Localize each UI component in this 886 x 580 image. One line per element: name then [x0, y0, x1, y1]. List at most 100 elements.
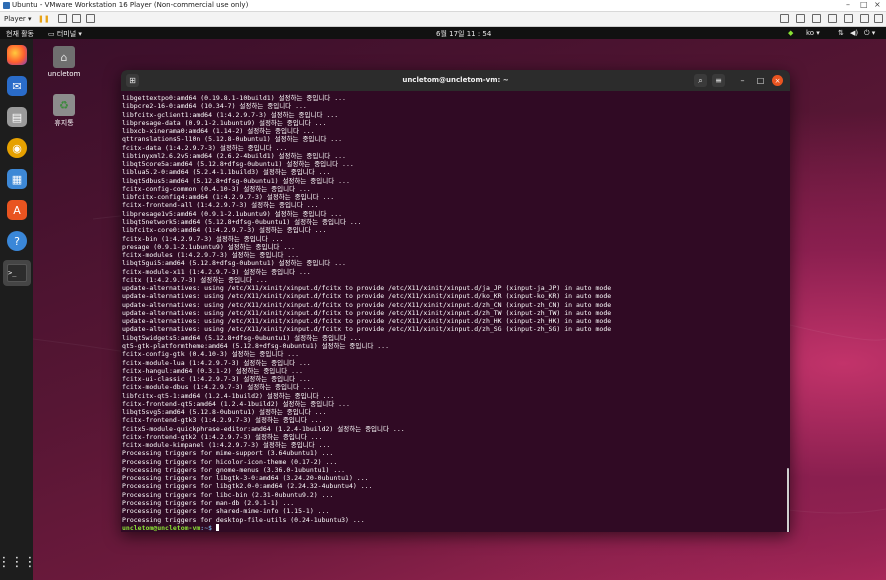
- terminal-line: fcitx-config-gtk (0.4.10-3) 설정하는 중입니다 ..…: [122, 350, 299, 359]
- software-center-icon[interactable]: A: [7, 200, 27, 220]
- terminal-output[interactable]: libgettextpo0:amd64 (0.19.8.1-10build1) …: [121, 91, 790, 532]
- terminal-line: update-alternatives: using /etc/X11/xini…: [122, 317, 612, 326]
- network-icon[interactable]: ⇅: [838, 29, 844, 37]
- terminal-line: libgettextpo0:amd64 (0.19.8.1-10build1) …: [122, 94, 346, 102]
- terminal-icon: >_: [7, 264, 27, 282]
- close-icon[interactable]: ×: [874, 0, 881, 9]
- terminal-line: liblua5.2-0:amd64 (5.2.4-1.1build3) 설정하는…: [122, 168, 331, 177]
- device-network-icon[interactable]: [796, 14, 805, 24]
- show-apps-grid-icon[interactable]: ⋮⋮⋮: [0, 552, 37, 572]
- search-icon[interactable]: ⌕: [694, 74, 707, 87]
- terminal-line: fcitx5-module-quickphrase-editor:amd64 (…: [122, 424, 405, 433]
- volume-icon[interactable]: ◀): [850, 29, 858, 37]
- terminal-line: libfcitx-config4:amd64 (1:4.2.9.7-3) 설정하…: [122, 193, 335, 202]
- terminal-line: update-alternatives: using /etc/X11/xini…: [122, 300, 612, 309]
- writer-icon[interactable]: ▦: [7, 169, 27, 189]
- terminal-line: qt5-gtk-platformtheme:amd64 (5.12.8+dfsg…: [122, 341, 389, 350]
- desktop-icon-home[interactable]: ⌂ uncletom: [40, 46, 88, 78]
- vmware-window-title: Ubuntu - VMware Workstation 16 Player (N…: [12, 1, 249, 9]
- terminal-line: Processing triggers for mime-support (3.…: [122, 449, 334, 458]
- terminal-line: fcitx-hangul:amd64 (0.3.1-2) 설정하는 중입니다 .…: [122, 366, 303, 375]
- terminal-line: fcitx-module-dbus (1:4.2.9.7-3) 설정하는 중입니…: [122, 383, 315, 392]
- vmware-toolbar: Player ▾ ❚❚: [0, 12, 886, 27]
- terminal-line: Processing triggers for hicolor-icon-the…: [122, 457, 338, 466]
- device-display-icon[interactable]: [874, 14, 883, 24]
- maximize-icon[interactable]: □: [860, 0, 868, 9]
- terminal-headerbar[interactable]: ⊞ uncletom@uncletom-vm: ~ ⌕ ≡ – □ ×: [121, 70, 790, 91]
- terminal-line: Processing triggers for libgtk2.0-0:amd6…: [122, 482, 373, 491]
- desktop-icon-label: uncletom: [47, 70, 81, 78]
- send-ctrl-alt-del-icon[interactable]: [58, 14, 67, 24]
- terminal-line: update-alternatives: using /etc/X11/xini…: [122, 308, 612, 317]
- terminal-line: fcitx-frontend-gtk3 (1:4.2.9.7-3) 설정하는 중…: [122, 416, 323, 425]
- terminal-line: Processing triggers for libc-bin (2.31-0…: [122, 490, 334, 499]
- terminal-window[interactable]: ⊞ uncletom@uncletom-vm: ~ ⌕ ≡ – □ × libg…: [121, 70, 790, 532]
- terminal-line: fcitx-bin (1:4.2.9.7-3) 설정하는 중입니다 ...: [122, 234, 284, 243]
- minimize-icon[interactable]: –: [846, 0, 850, 9]
- terminal-line: fcitx-module-lua (1:4.2.9.7-3) 설정하는 중입니다…: [122, 358, 311, 367]
- device-hdd-icon[interactable]: [860, 14, 869, 24]
- terminal-line: fcitx-module-kimpanel (1:4.2.9.7-3) 설정하는…: [122, 441, 331, 450]
- device-usb-icon[interactable]: [812, 14, 821, 24]
- rhythmbox-icon[interactable]: ◉: [7, 138, 27, 158]
- terminal-line: libqt5dbus5:amd64 (5.12.8+dfsg-0ubuntu1)…: [122, 176, 350, 185]
- unity-icon[interactable]: [86, 14, 95, 24]
- terminal-line: libqt5network5:amd64 (5.12.8+dfsg-0ubunt…: [122, 217, 362, 226]
- dock: ✉ ▤ ◉ ▦ A ? >_ ⋮⋮⋮: [0, 39, 37, 580]
- terminal-line: fcitx (1:4.2.9.7-3) 설정하는 중입니다 ...: [122, 275, 268, 284]
- terminal-line: fcitx-ui-classic (1:4.2.9.7-3) 설정하는 중입니다…: [122, 375, 311, 384]
- power-icon[interactable]: ⏻ ▾: [864, 29, 875, 38]
- device-sound-icon[interactable]: [828, 14, 837, 24]
- input-language-menu[interactable]: ko ▾: [806, 29, 820, 37]
- trash-icon: ♻: [53, 94, 75, 116]
- terminal-title: uncletom@uncletom-vm: ~: [402, 76, 509, 84]
- maximize-icon[interactable]: □: [754, 74, 767, 87]
- prompt-user: uncletom@uncletom-vm: [122, 523, 201, 532]
- terminal-dock-item[interactable]: >_: [3, 260, 31, 286]
- terminal-line: libfcitx-qt5-1:amd64 (1.2.4-1build2) 설정하…: [122, 391, 335, 400]
- terminal-line: libpcre2-16-0:amd64 (10.34-7) 설정하는 중입니다 …: [122, 102, 307, 111]
- terminal-prompt-line[interactable]: uncletom@uncletom-vm:~$: [121, 524, 790, 532]
- thunderbird-icon[interactable]: ✉: [7, 76, 27, 96]
- gnome-topbar: 현재 활동 ▭ 터미널 ▾ 6월 17일 11 : 54 ◆ ko ▾ ⇅ ◀)…: [0, 27, 886, 39]
- player-menu[interactable]: Player ▾: [4, 14, 32, 24]
- terminal-line: libtinyxml2.6.2v5:amd64 (2.6.2-4build1) …: [122, 151, 346, 160]
- activities-button[interactable]: 현재 활동: [6, 29, 34, 39]
- minimize-icon[interactable]: –: [736, 74, 749, 87]
- terminal-line: Processing triggers for libgtk-3-0:amd64…: [122, 474, 369, 483]
- vmware-titlebar: Ubuntu - VMware Workstation 16 Player (N…: [0, 0, 886, 12]
- shield-icon[interactable]: ◆: [788, 29, 793, 37]
- terminal-line: fcitx-config-common (0.4.10-3) 설정하는 중입니다…: [122, 184, 311, 193]
- terminal-line: libpresage-data (0.9.1-2.1ubuntu9) 설정하는 …: [122, 118, 327, 127]
- text-cursor: [215, 524, 219, 532]
- terminal-line: update-alternatives: using /etc/X11/xini…: [122, 284, 612, 293]
- firefox-icon[interactable]: [7, 45, 27, 65]
- terminal-line: update-alternatives: using /etc/X11/xini…: [122, 292, 612, 301]
- terminal-line: update-alternatives: using /etc/X11/xini…: [122, 325, 612, 334]
- pause-icon[interactable]: ❚❚: [38, 14, 50, 24]
- terminal-line: qttranslations5-l10n (5.12.8-0ubuntu1) 설…: [122, 135, 343, 144]
- help-icon[interactable]: ?: [7, 231, 27, 251]
- home-folder-icon: ⌂: [53, 46, 75, 68]
- terminal-line: fcitx-modules (1:4.2.9.7-3) 설정하는 중입니다 ..…: [122, 251, 299, 260]
- terminal-scrollbar[interactable]: [787, 468, 789, 532]
- terminal-lines: libgettextpo0:amd64 (0.19.8.1-10build1) …: [121, 94, 790, 524]
- terminal-line: fcitx-frontend-qt5:amd64 (1.2.4-1build2)…: [122, 399, 350, 408]
- terminal-line: presage (0.9.1-2.1ubuntu9) 설정하는 중입니다 ...: [122, 242, 296, 251]
- terminal-line: libqt5svg5:amd64 (5.12.8-0ubuntu1) 설정하는 …: [122, 408, 327, 417]
- close-icon[interactable]: ×: [772, 75, 783, 86]
- vmware-app-icon: [3, 2, 10, 9]
- device-printer-icon[interactable]: [780, 14, 789, 24]
- desktop-icon-trash[interactable]: ♻ 휴지통: [40, 94, 88, 128]
- hamburger-menu-icon[interactable]: ≡: [712, 74, 725, 87]
- terminal-line: libqt5gui5:amd64 (5.12.8+dfsg-0ubuntu1) …: [122, 259, 346, 268]
- files-icon[interactable]: ▤: [7, 107, 27, 127]
- terminal-line: libxcb-xinerama0:amd64 (1.14-2) 설정하는 중입니…: [122, 127, 315, 136]
- clock[interactable]: 6월 17일 11 : 54: [436, 29, 491, 39]
- terminal-line: libqt5widgets5:amd64 (5.12.8+dfsg-0ubunt…: [122, 333, 362, 342]
- desktop-icon-label: 휴지통: [54, 119, 74, 127]
- terminal-line: libqt5core5a:amd64 (5.12.8+dfsg-0ubuntu1…: [122, 160, 354, 169]
- fullscreen-icon[interactable]: [72, 14, 81, 24]
- app-menu[interactable]: ▭ 터미널 ▾: [48, 29, 82, 39]
- device-cd-icon[interactable]: [844, 14, 853, 24]
